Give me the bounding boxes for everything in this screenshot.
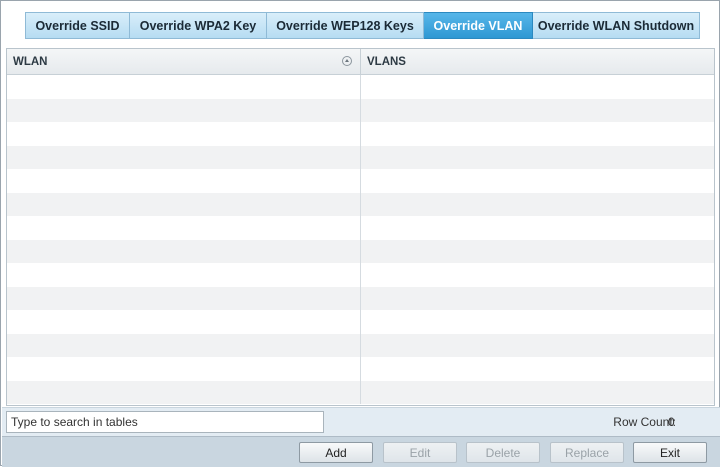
cell-wlan (7, 333, 361, 357)
table-row (7, 122, 714, 146)
cell-wlan (7, 122, 361, 146)
table-footer: Row Count: 0 (2, 407, 720, 436)
table-row (7, 357, 714, 381)
cell-vlans (361, 216, 714, 240)
cell-vlans (361, 75, 714, 99)
table-row (7, 310, 714, 334)
cell-wlan (7, 286, 361, 310)
row-count-label: Row Count: (613, 415, 676, 429)
table-row (7, 169, 714, 193)
cell-vlans (361, 310, 714, 334)
cell-vlans (361, 287, 714, 311)
cell-wlan (7, 310, 361, 334)
cell-vlans (361, 263, 714, 287)
row-count-value: 0 (668, 415, 675, 429)
column-header-vlans[interactable]: VLANS (361, 49, 714, 75)
replace-button[interactable]: Replace (550, 442, 624, 463)
cell-wlan (7, 357, 361, 381)
dialog-frame: Override SSID Override WPA2 Key Override… (0, 0, 720, 467)
cell-vlans (361, 122, 714, 146)
add-button[interactable]: Add (299, 442, 373, 463)
exit-button[interactable]: Exit (633, 442, 707, 463)
column-header-vlans-label: VLANS (367, 56, 406, 68)
tab-bar: Override SSID Override WPA2 Key Override… (25, 12, 700, 39)
cell-vlans (361, 146, 714, 170)
table-row (7, 75, 714, 99)
table-row (7, 239, 714, 264)
cell-wlan (7, 192, 361, 216)
cell-vlans (361, 169, 714, 193)
sort-ascending-icon[interactable] (342, 56, 352, 66)
table-header: WLAN VLANS (7, 49, 714, 75)
table-row (7, 216, 714, 240)
cell-vlans (361, 99, 714, 123)
cell-wlan (7, 380, 361, 404)
tab-override-wpa2-key[interactable]: Override WPA2 Key (130, 12, 267, 39)
table-row (7, 192, 714, 217)
table-row (7, 145, 714, 170)
table-row (7, 98, 714, 123)
column-header-wlan-label: WLAN (13, 56, 48, 68)
vlan-override-table: WLAN VLANS (6, 48, 715, 406)
cell-vlans (361, 357, 714, 381)
cell-vlans (361, 193, 714, 217)
table-row (7, 333, 714, 358)
tab-override-wep128-keys[interactable]: Override WEP128 Keys (267, 12, 424, 39)
cell-vlans (361, 240, 714, 264)
tab-override-vlan[interactable]: Override VLAN (424, 12, 533, 39)
cell-wlan (7, 239, 361, 263)
cell-wlan (7, 98, 361, 122)
cell-wlan (7, 169, 361, 193)
table-row (7, 263, 714, 287)
cell-vlans (361, 334, 714, 358)
tab-override-wlan-shutdown[interactable]: Override WLAN Shutdown (533, 12, 700, 39)
column-header-wlan[interactable]: WLAN (7, 49, 361, 75)
tab-override-ssid[interactable]: Override SSID (25, 12, 130, 39)
cell-wlan (7, 216, 361, 240)
delete-button[interactable]: Delete (466, 442, 540, 463)
edit-button[interactable]: Edit (383, 442, 457, 463)
table-row (7, 286, 714, 311)
cell-vlans (361, 381, 714, 405)
table-body (7, 75, 714, 405)
cell-wlan (7, 145, 361, 169)
action-bar: Add Edit Delete Replace Exit (2, 436, 720, 467)
cell-wlan (7, 75, 361, 99)
cell-wlan (7, 263, 361, 287)
table-row (7, 380, 714, 405)
table-search-input[interactable] (6, 411, 324, 433)
